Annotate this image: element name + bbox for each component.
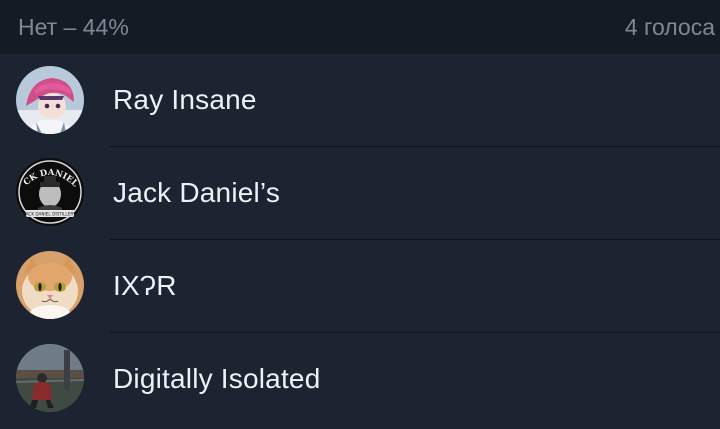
voter-row[interactable]: JACK DANIEL'S JACK DANIEL DISTILLERY Jac… (0, 146, 720, 239)
voter-list: Ray Insane JACK DANIEL'S JACK DANIEL (0, 54, 720, 425)
poll-option-header: Нет – 44% 4 голоса (0, 0, 720, 54)
poll-voters-screen: Нет – 44% 4 голоса Ray Insane CK DANIEL … (0, 0, 720, 429)
voter-name: Digitally Isolated (113, 362, 321, 394)
voter-row[interactable]: IXɁR (0, 239, 720, 332)
poll-vote-count: 4 голоса (624, 13, 715, 40)
anime-girl-avatar (16, 66, 84, 134)
cat-avatar (16, 251, 84, 319)
voter-name: Ray Insane (113, 84, 257, 115)
poll-option-title: Нет – 44% (18, 13, 129, 40)
jack-daniels-logo-avatar: JACK DANIEL'S JACK DANIEL DISTILLERY (16, 158, 84, 226)
voter-row[interactable]: Ray Insane (0, 54, 720, 146)
voter-name: Jack Daniel’s (113, 176, 281, 208)
person-sitting-avatar (16, 344, 84, 412)
voter-row[interactable]: Digitally Isolated (0, 332, 720, 425)
voter-name: IXɁR (113, 269, 177, 301)
svg-text:JACK DANIEL DISTILLERY: JACK DANIEL DISTILLERY (23, 212, 76, 217)
